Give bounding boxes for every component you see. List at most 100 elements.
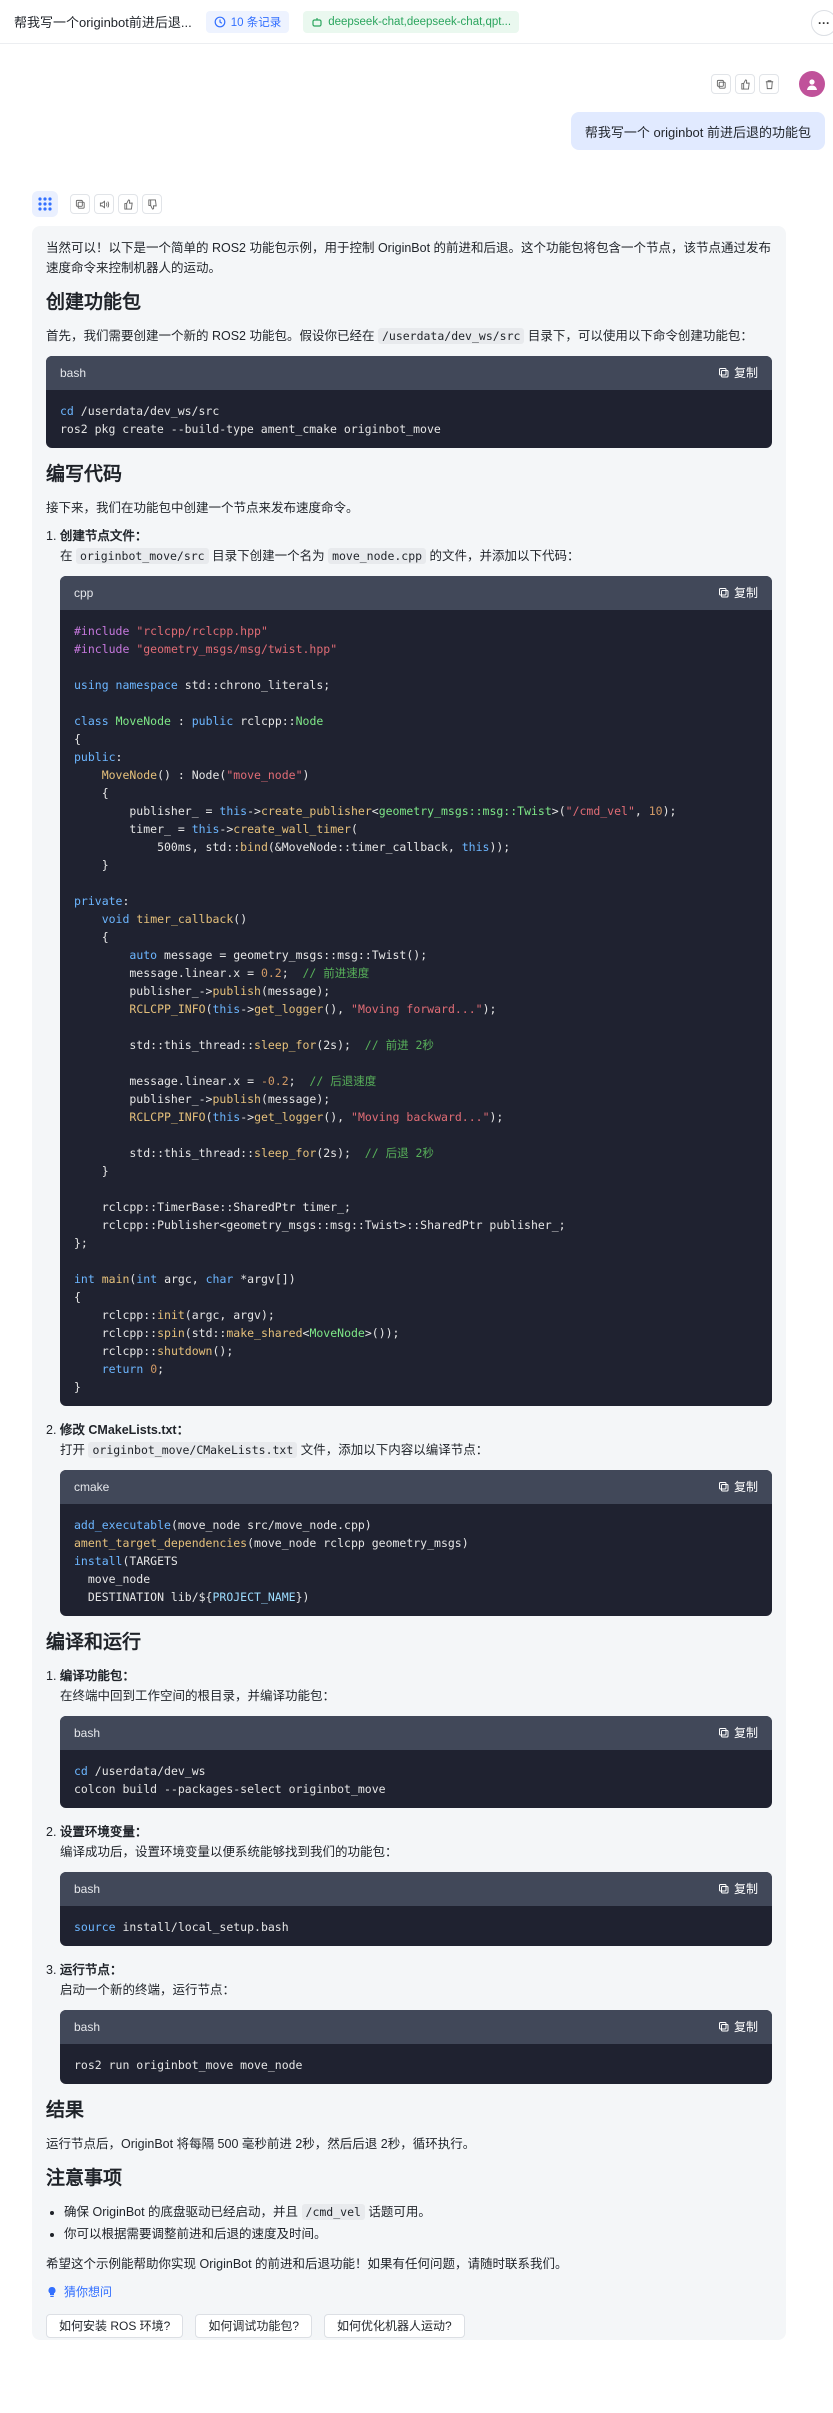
list-item: 2. 修改 CMakeLists.txt： 打开 originbot_move/… xyxy=(46,1420,772,1616)
guess-header: 猜你想问 xyxy=(46,2282,772,2302)
code-content[interactable]: cd /userdata/dev_ws colcon build --packa… xyxy=(60,1750,772,1808)
read-aloud-button[interactable] xyxy=(94,194,114,214)
inline-code: /cmd_vel xyxy=(301,2204,365,2220)
code-content[interactable]: source install/local_setup.bash xyxy=(60,1906,772,1946)
like-button[interactable] xyxy=(118,194,138,214)
copy-code-button[interactable]: 复制 xyxy=(718,1879,758,1899)
clock-icon xyxy=(214,16,226,27)
code-content[interactable]: add_executable(move_node src/move_node.c… xyxy=(60,1504,772,1616)
list-item-title: 编译功能包 xyxy=(59,1669,123,1683)
thumb-down-icon xyxy=(147,198,157,210)
code-content[interactable]: ros2 run originbot_move move_node xyxy=(60,2044,772,2084)
code-header: cmake 复制 xyxy=(60,1470,772,1504)
speaker-icon xyxy=(99,199,109,209)
robot-icon xyxy=(312,17,322,27)
inline-code: /userdata/dev_ws/src xyxy=(377,328,525,344)
bot-answer: 当然可以！以下是一个简单的 ROS2 功能包示例，用于控制 OriginBot … xyxy=(32,226,786,2340)
delete-message-button[interactable] xyxy=(759,74,779,94)
list-item: 2. 设置环境变量： 编译成功后，设置环境变量以便系统能够找到我们的功能包： b… xyxy=(46,1822,772,1946)
copy-code-button[interactable]: 复制 xyxy=(718,583,758,603)
records-chip[interactable]: 10 条记录 xyxy=(205,10,290,33)
top-bar: 帮我写一个originbot前进后退... 10 条记录 deepseek-ch… xyxy=(0,0,833,44)
thumb-up-icon xyxy=(740,78,750,90)
section-title: 注意事项 xyxy=(46,2168,123,2189)
list-item: 1. 编译功能包： 在终端中回到工作空间的根目录，并编译功能包： bash 复制… xyxy=(46,1666,772,1808)
more-button[interactable]: ··· xyxy=(811,10,833,36)
user-avatar xyxy=(799,71,825,97)
section-title: 创建功能包 xyxy=(46,292,142,313)
list-item-title: 创建节点文件 xyxy=(59,529,135,543)
code-header: cpp 复制 xyxy=(60,576,772,610)
chat-title[interactable]: 帮我写一个originbot前进后退... xyxy=(14,12,192,31)
code-block: cmake 复制 add_executable(move_node src/mo… xyxy=(60,1470,772,1616)
copy-icon xyxy=(718,588,729,598)
code-block: cpp 复制 #include "rclcpp/rclcpp.hpp" #inc… xyxy=(60,576,772,1406)
user-message-bubble: 帮我写一个 originbot 前进后退的功能包 xyxy=(570,112,825,150)
copy-code-button[interactable]: 复制 xyxy=(718,2017,758,2037)
copy-icon xyxy=(716,79,726,89)
copy-icon xyxy=(718,1482,729,1492)
code-block: bash 复制 cd /userdata/dev_ws/src ros2 pkg… xyxy=(46,356,772,448)
edit-message-button[interactable] xyxy=(735,74,755,94)
copy-icon xyxy=(718,368,729,378)
list-item-title: 运行节点 xyxy=(59,1963,110,1977)
user-message-actions xyxy=(711,74,779,94)
notes-list: 确保 OriginBot 的底盘驱动已经启动，并且 /cmd_vel 话题可用。… xyxy=(64,2202,772,2244)
more-icon: ··· xyxy=(818,16,830,30)
inline-code: move_node.cpp xyxy=(328,548,427,564)
inline-code: originbot_move/src xyxy=(75,548,209,564)
copy-message-button[interactable] xyxy=(711,74,731,94)
list-item: 1. 创建节点文件： 在 originbot_move/src 目录下创建一个名… xyxy=(46,526,772,1406)
code-language: cpp xyxy=(74,586,94,600)
inline-code: originbot_move/CMakeLists.txt xyxy=(88,1442,298,1458)
copy-code-button[interactable]: 复制 xyxy=(718,363,758,383)
code-content[interactable]: cd /userdata/dev_ws/src ros2 pkg create … xyxy=(46,390,772,448)
suggestion-button[interactable]: 如何安装 ROS 环境? xyxy=(46,2314,184,2338)
answer-paragraph: 接下来，我们在功能包中创建一个节点来发布速度命令。 xyxy=(46,501,359,515)
lightbulb-icon xyxy=(48,2286,56,2297)
suggestion-button[interactable]: 如何调试功能包? xyxy=(195,2314,313,2338)
copy-answer-button[interactable] xyxy=(70,194,90,214)
copy-icon xyxy=(718,1728,729,1738)
list-item: 确保 OriginBot 的底盘驱动已经启动，并且 /cmd_vel 话题可用。 xyxy=(64,2202,772,2222)
guess-label: 猜你想问 xyxy=(64,2285,113,2299)
section-title: 编写代码 xyxy=(46,464,123,485)
answer-outro: 希望这个示例能帮助你实现 OriginBot 的前进和后退功能！如果有任何问题，… xyxy=(46,2257,568,2271)
copy-icon xyxy=(75,199,85,209)
copy-icon xyxy=(718,1884,729,1894)
trash-icon xyxy=(765,79,773,89)
copy-code-button[interactable]: 复制 xyxy=(718,1477,758,1497)
user-icon xyxy=(807,79,817,90)
suggestions: 如何安装 ROS 环境? 如何调试功能包? 如何优化机器人运动? xyxy=(46,2314,772,2338)
code-content[interactable]: #include "rclcpp/rclcpp.hpp" #include "g… xyxy=(60,610,772,1406)
code-header: bash 复制 xyxy=(60,1872,772,1906)
code-block: bash 复制 source install/local_setup.bash xyxy=(60,1872,772,1946)
suggestion-button[interactable]: 如何优化机器人运动? xyxy=(324,2314,465,2338)
answer-paragraph: 运行节点后，OriginBot 将每隔 500 毫秒前进 2秒，然后后退 2秒，… xyxy=(46,2137,476,2151)
code-language: bash xyxy=(74,1882,101,1896)
bot-logo-icon xyxy=(38,197,52,211)
copy-icon xyxy=(718,2022,729,2032)
list-item-title: 修改 CMakeLists.txt xyxy=(59,1423,177,1437)
section-title: 结果 xyxy=(46,2100,85,2121)
code-block: bash 复制 cd /userdata/dev_ws colcon build… xyxy=(60,1716,772,1808)
code-header: bash 复制 xyxy=(60,2010,772,2044)
list-item: 3. 运行节点： 启动一个新的终端，运行节点： bash 复制 ros2 run… xyxy=(46,1960,772,2084)
model-chip[interactable]: deepseek-chat,deepseek-chat,qpt... xyxy=(303,10,520,33)
copy-code-button[interactable]: 复制 xyxy=(718,1723,758,1743)
section-title: 编译和运行 xyxy=(46,1632,142,1653)
code-block: bash 复制 ros2 run originbot_move move_nod… xyxy=(60,2010,772,2084)
bot-logo xyxy=(32,191,58,217)
code-language: bash xyxy=(74,1726,101,1740)
dislike-button[interactable] xyxy=(142,194,162,214)
list-item-title: 设置环境变量 xyxy=(59,1825,135,1839)
thumb-up-icon xyxy=(123,198,133,210)
model-names: deepseek-chat,deepseek-chat,qpt... xyxy=(328,15,512,28)
list-item: 你可以根据需要调整前进和后退的速度及时间。 xyxy=(64,2224,772,2244)
code-header: bash 复制 xyxy=(60,1716,772,1750)
records-count: 10 条记录 xyxy=(230,16,282,29)
code-language: bash xyxy=(74,2020,101,2034)
code-language: cmake xyxy=(74,1480,110,1494)
code-header: bash 复制 xyxy=(46,356,772,390)
code-language: bash xyxy=(60,366,87,380)
